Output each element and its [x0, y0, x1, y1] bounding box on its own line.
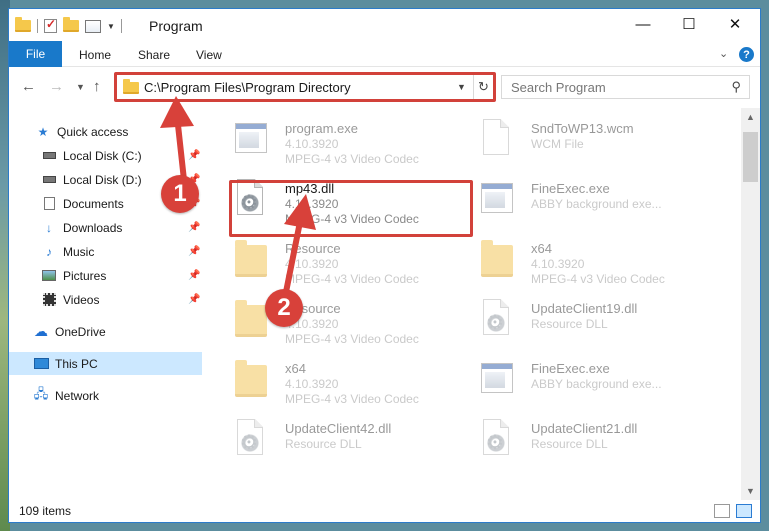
step-marker-1: 1 — [161, 175, 199, 213]
arrow-2-shaft — [283, 219, 303, 295]
step-marker-2: 2 — [265, 289, 303, 327]
arrow-1-shaft — [175, 122, 187, 183]
annotation-arrows — [160, 96, 316, 295]
arrow-1-head — [160, 96, 194, 128]
arrow-2-head — [284, 194, 316, 230]
